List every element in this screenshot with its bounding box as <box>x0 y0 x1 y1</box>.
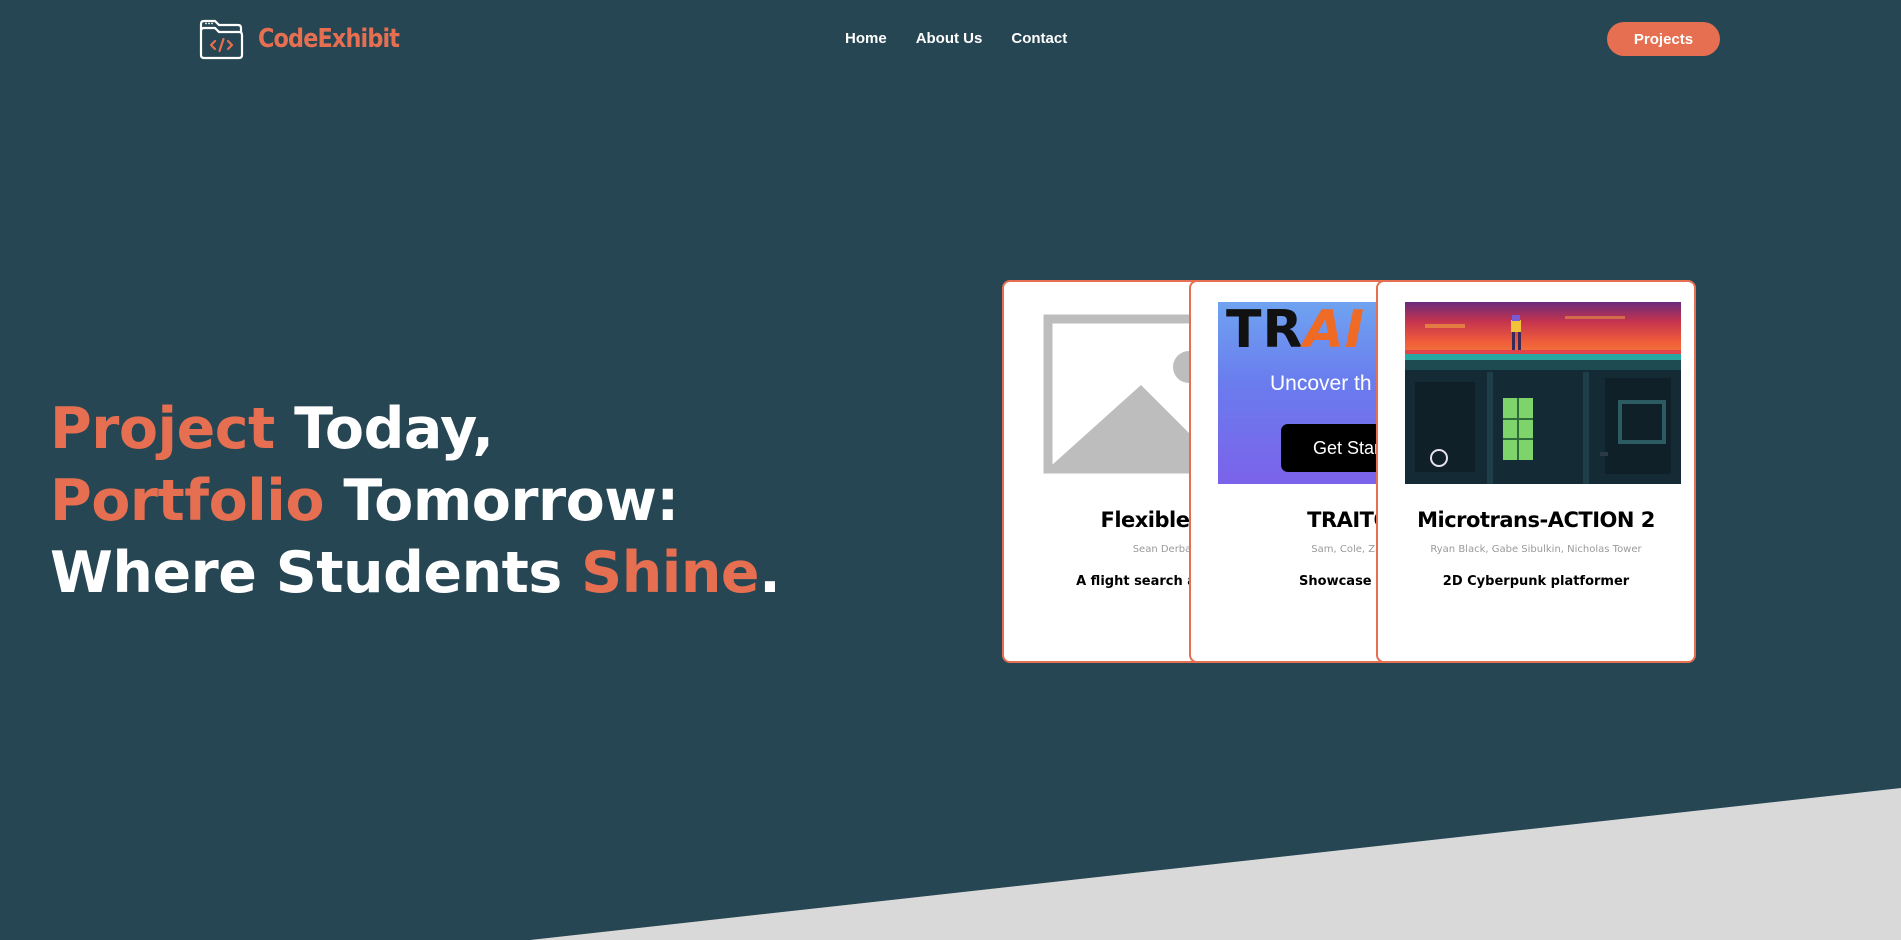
project-image <box>1405 302 1681 484</box>
site-header: CodeExhibit Home About Us Contact Projec… <box>0 0 1901 78</box>
hero-heading: Project Today, Portfolio Tomorrow: Where… <box>50 393 781 609</box>
hero-text: Today, <box>274 396 494 462</box>
hero-accent-portfolio: Portfolio <box>50 468 325 534</box>
hero-accent-project: Project <box>50 396 275 462</box>
hero-text: Tomorrow: <box>324 468 679 534</box>
bottom-divider <box>530 788 1901 940</box>
project-authors: Ryan Black, Gabe Sibulkin, Nicholas Towe… <box>1430 544 1642 555</box>
projects-button[interactable]: Projects <box>1607 22 1720 56</box>
hero-text: . <box>759 540 781 606</box>
nav-contact-link[interactable]: Contact <box>1011 30 1067 47</box>
nav-about-link[interactable]: About Us <box>916 30 983 47</box>
hero-accent-shine: Shine <box>581 540 760 606</box>
logo-text: CodeExhibit <box>258 24 400 54</box>
hero-line-2: Portfolio Tomorrow: <box>50 465 780 537</box>
cyberpunk-game-screenshot <box>1405 302 1681 484</box>
hero-line-3: Where Students Shine. <box>50 537 781 609</box>
project-card[interactable]: Microtrans-ACTION 2 Ryan Black, Gabe Sib… <box>1376 280 1696 663</box>
nav-home-link[interactable]: Home <box>845 30 887 47</box>
logo[interactable]: CodeExhibit <box>198 18 422 60</box>
hero-text: Where Students <box>50 540 582 606</box>
traitor-subtitle: Uncover th <box>1270 372 1372 395</box>
main-nav: Home About Us Contact <box>845 30 1067 47</box>
folder-code-icon <box>199 19 244 60</box>
traitor-logo: TRAI <box>1226 302 1366 360</box>
project-title: Microtrans-ACTION 2 <box>1417 508 1655 532</box>
project-description: 2D Cyberpunk platformer <box>1442 574 1630 589</box>
hero-line-1: Project Today, <box>50 393 780 465</box>
